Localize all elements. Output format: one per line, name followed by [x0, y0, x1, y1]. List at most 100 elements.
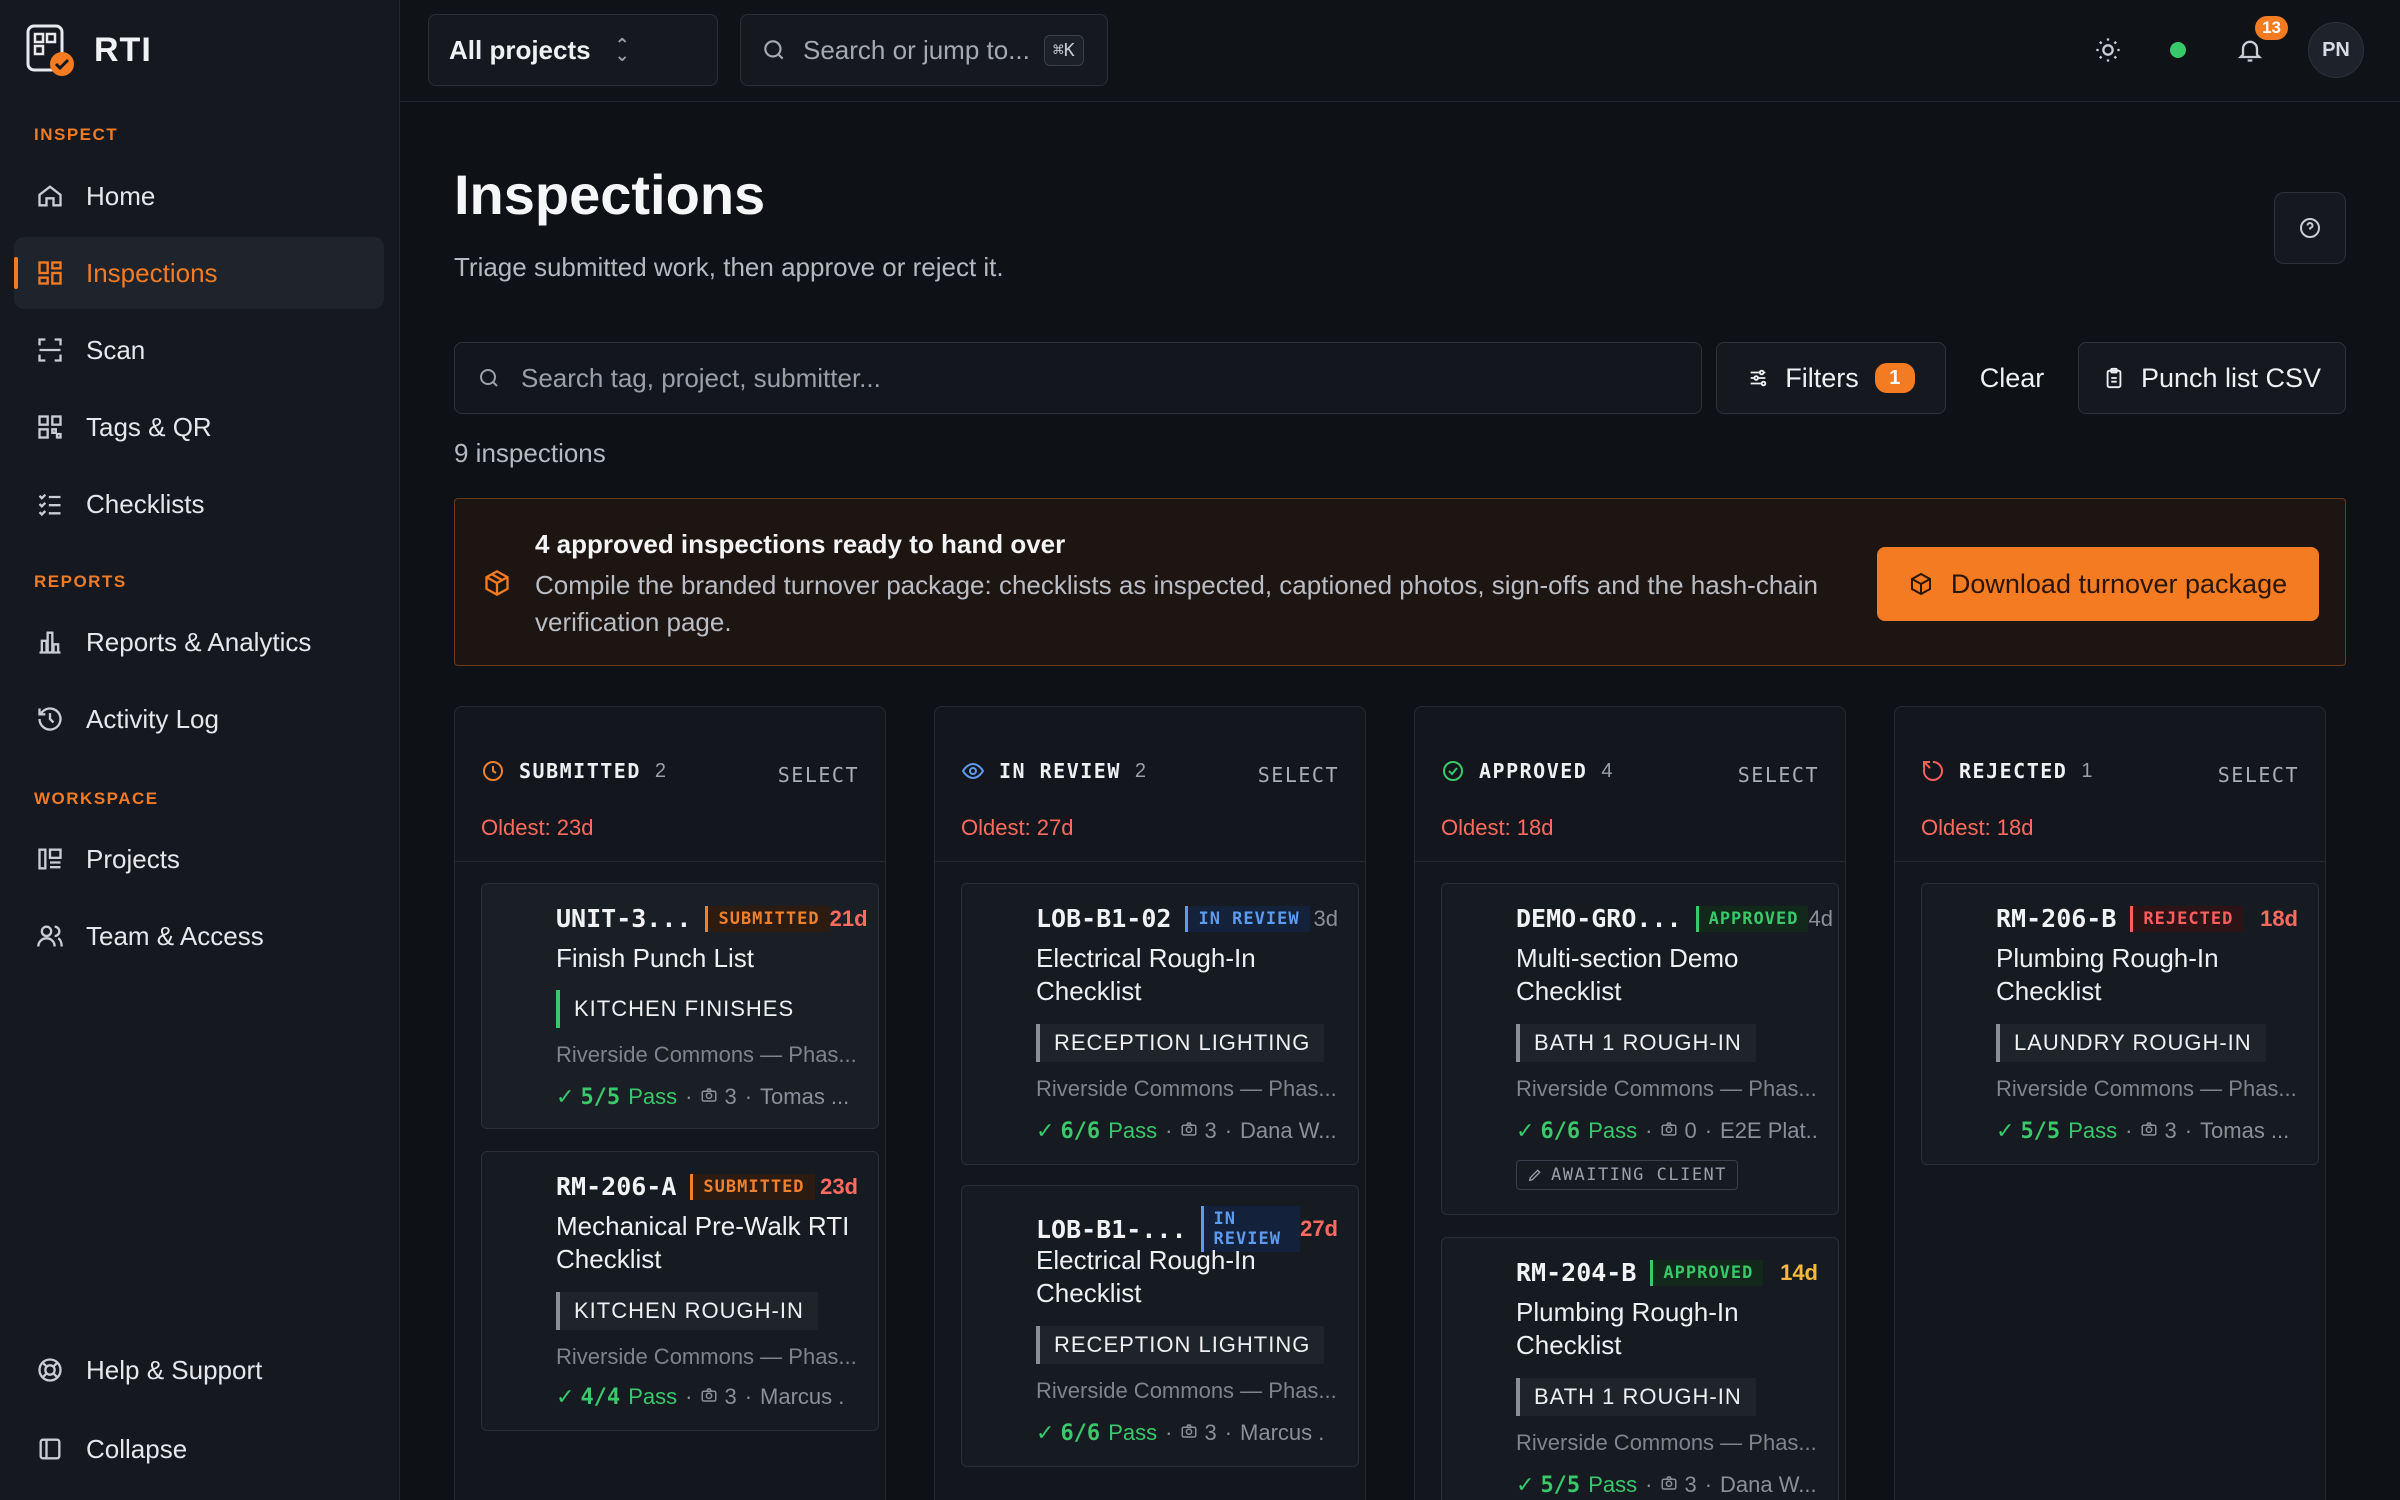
pass-count: 5/5 — [580, 1084, 621, 1110]
card-project: Riverside Commons — Phas... — [556, 1344, 857, 1369]
updown-chevron-icon: ⌃ ⌄ — [614, 35, 630, 65]
submitter: Tomas ... — [2200, 1118, 2290, 1143]
inspection-card[interactable]: DEMO-GRO... APPROVED 4d Multi-section De… — [1441, 883, 1839, 1215]
submitter: Marcus . — [760, 1384, 845, 1409]
card-project: Riverside Commons — Phas... — [1036, 1076, 1337, 1101]
sidebar-item-label: Tags & QR — [86, 411, 212, 442]
sidebar: RTI INSPECT Home Inspections Scan Tags &… — [0, 0, 400, 1500]
column-oldest: Oldest: 27d — [961, 815, 1074, 840]
camera-icon — [1180, 1118, 1198, 1144]
inspection-card[interactable]: LOB-B1-02 IN REVIEW 3d Electrical Rough-… — [961, 883, 1359, 1165]
lifebuoy-icon — [34, 1354, 66, 1386]
card-header: UNIT-3... SUBMITTED 21d — [556, 904, 868, 933]
card-project: Riverside Commons — Phas... — [1516, 1430, 1817, 1455]
global-search-input[interactable]: Search or jump to... ⌘K — [740, 14, 1108, 86]
submitter: Tomas ... — [760, 1084, 850, 1109]
card-title: Finish Punch List — [556, 943, 754, 973]
sidebar-item-home[interactable]: Home — [14, 160, 384, 232]
clear-filters-button[interactable]: Clear — [1962, 342, 2062, 414]
check-circle-icon — [1443, 761, 1463, 781]
divider — [1415, 861, 1845, 862]
select-button[interactable]: SELECT — [2218, 763, 2299, 787]
inspection-card[interactable]: RM-204-B APPROVED 14d Plumbing Rough-In … — [1441, 1237, 1839, 1500]
inspection-search-input[interactable]: Search tag, project, submitter... — [454, 342, 1702, 414]
card-tag: RM-206-B — [1996, 904, 2117, 933]
sidebar-item-label: Checklists — [86, 488, 205, 519]
select-button[interactable]: SELECT — [778, 763, 859, 787]
sun-icon[interactable] — [2094, 36, 2122, 64]
download-turnover-button[interactable]: Download turnover package — [1877, 547, 2319, 621]
column-header: IN REVIEW 2 — [961, 759, 1146, 783]
sidebar-item-projects[interactable]: Projects — [14, 823, 384, 895]
project-select-value: All projects — [449, 34, 591, 65]
sidebar-item-help[interactable]: Help & Support — [14, 1334, 384, 1406]
card-meta: ✓ 4/4 Pass · 3 · Marcus . — [556, 1384, 845, 1410]
nav-section-reports: REPORTS — [34, 572, 127, 591]
package-icon — [483, 569, 511, 602]
page-help-button[interactable] — [2274, 192, 2346, 264]
avatar[interactable]: PN — [2308, 22, 2364, 78]
check-icon: ✓ — [1516, 1472, 1535, 1497]
card-meta: ✓ 6/6 Pass · 3 · Marcus . — [1036, 1420, 1325, 1446]
pass-label: Pass — [1108, 1420, 1158, 1445]
sidebar-item-label: Home — [86, 180, 156, 211]
card-project: Riverside Commons — Phas... — [556, 1042, 857, 1067]
card-header: RM-204-B APPROVED 14d — [1516, 1258, 1818, 1287]
inspection-card[interactable]: RM-206-A SUBMITTED 23d Mechanical Pre-Wa… — [481, 1151, 879, 1431]
column-header: REJECTED 1 — [1921, 759, 2092, 783]
check-icon: ✓ — [1516, 1118, 1535, 1143]
select-button[interactable]: SELECT — [1258, 763, 1339, 787]
status-badge: IN REVIEW — [1185, 905, 1310, 932]
card-header: RM-206-A SUBMITTED 23d — [556, 1172, 858, 1201]
column-title: REJECTED — [1959, 759, 2068, 783]
sidebar-item-scan[interactable]: Scan — [14, 314, 384, 386]
turnover-banner: 4 approved inspections ready to hand ove… — [454, 498, 2346, 666]
check-icon: ✓ — [556, 1384, 575, 1409]
card-tag: LOB-B1-... — [1036, 1214, 1187, 1244]
card-age: 27d — [1300, 1216, 1338, 1241]
card-tag: RM-204-B — [1516, 1258, 1637, 1287]
inspection-card[interactable]: RM-206-B REJECTED 18d Plumbing Rough-In … — [1921, 883, 2319, 1165]
sidebar-item-label: Inspections — [86, 257, 218, 288]
card-meta: ✓ 6/6 Pass · 3 · Dana W... — [1036, 1118, 1337, 1144]
sidebar-item-tags-qr[interactable]: Tags & QR — [14, 391, 384, 463]
inspection-card[interactable]: LOB-B1-... IN REVIEW 27d Electrical Roug… — [961, 1185, 1359, 1467]
filters-button[interactable]: Filters 1 — [1716, 342, 1946, 414]
card-tag: DEMO-GRO... — [1516, 904, 1682, 933]
notifications-button[interactable]: 13 — [2230, 16, 2288, 70]
column-header: SUBMITTED 2 — [481, 759, 666, 783]
pass-count: 6/6 — [1540, 1118, 1581, 1144]
filters-count-badge: 1 — [1874, 363, 1915, 393]
clipboard-icon — [2106, 367, 2122, 389]
project-select[interactable]: All projects ⌃ ⌄ — [428, 14, 718, 86]
sidebar-collapse-button[interactable]: Collapse — [14, 1413, 384, 1485]
photo-count: 3 — [724, 1084, 737, 1109]
card-age: 18d — [2260, 905, 2298, 931]
sidebar-item-checklists[interactable]: Checklists — [14, 468, 384, 540]
submitter: Marcus . — [1240, 1420, 1325, 1445]
card-meta: ✓ 6/6 Pass · 0 · E2E Plat... — [1516, 1118, 1818, 1144]
location-tag: KITCHEN ROUGH-IN — [556, 1292, 818, 1330]
column-approved: APPROVED 4 SELECT Oldest: 18d DEMO-GRO..… — [1414, 706, 1846, 1500]
brand[interactable]: RTI — [24, 22, 152, 78]
pass-label: Pass — [2068, 1118, 2118, 1143]
inspection-card[interactable]: UNIT-3... SUBMITTED 21d Finish Punch Lis… — [481, 883, 879, 1129]
sidebar-item-inspections[interactable]: Inspections — [14, 237, 384, 309]
location-tag: BATH 1 ROUGH-IN — [1516, 1024, 1756, 1062]
column-in-review: IN REVIEW 2 SELECT Oldest: 27d LOB-B1-02… — [934, 706, 1366, 1500]
sidebar-item-team-access[interactable]: Team & Access — [14, 900, 384, 972]
sidebar-item-activity-log[interactable]: Activity Log — [14, 683, 384, 755]
camera-icon — [700, 1084, 718, 1110]
pass-label: Pass — [1588, 1118, 1638, 1143]
pass-label: Pass — [1588, 1472, 1638, 1497]
punch-list-csv-button[interactable]: Punch list CSV — [2078, 342, 2346, 414]
sidebar-item-reports[interactable]: Reports & Analytics — [14, 606, 384, 678]
card-title: Electrical Rough-In Checklist — [1036, 1245, 1256, 1308]
select-button[interactable]: SELECT — [1738, 763, 1819, 787]
sidebar-item-label: Activity Log — [86, 703, 219, 734]
bar-chart-icon — [34, 626, 66, 658]
card-header: LOB-B1-02 IN REVIEW 3d — [1036, 904, 1338, 933]
page-title: Inspections — [454, 163, 766, 226]
history-icon — [34, 703, 66, 735]
divider — [1895, 861, 2325, 862]
